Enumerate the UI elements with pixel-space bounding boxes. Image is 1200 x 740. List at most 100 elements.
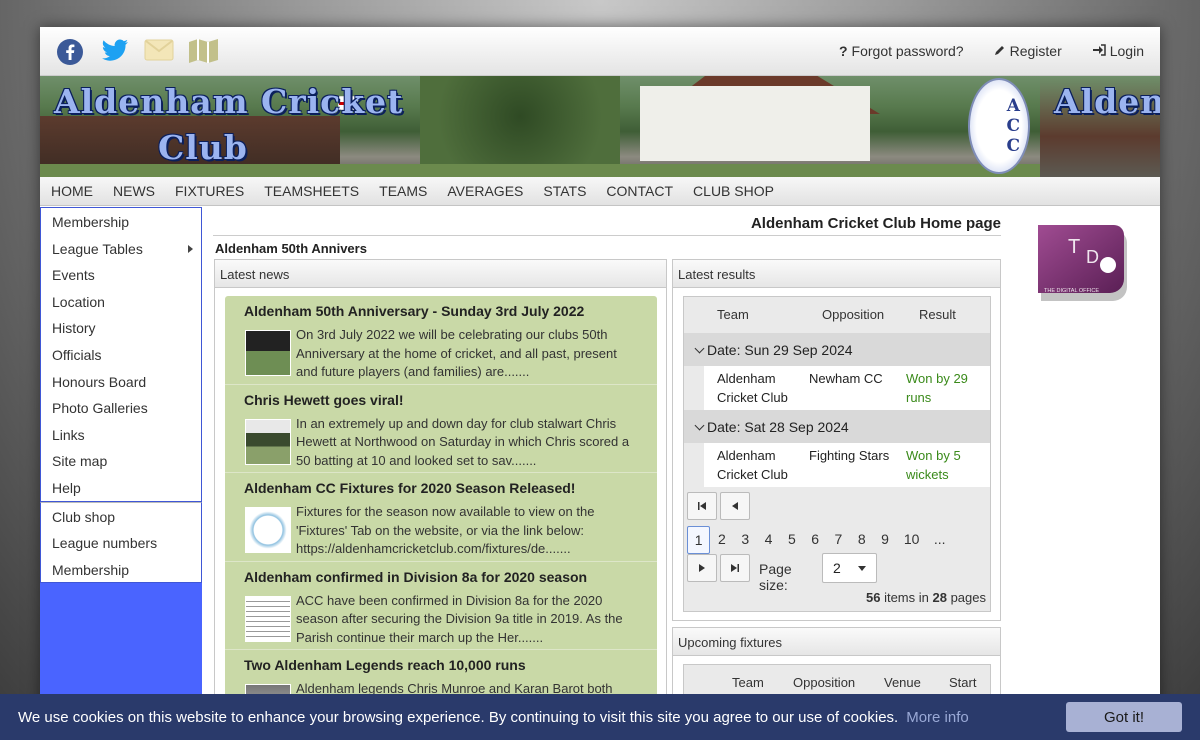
column-header-opposition[interactable]: Opposition <box>793 675 884 690</box>
page-number-current[interactable]: 1 <box>687 526 711 554</box>
table-row[interactable]: Aldenham Cricket Club Newham CC Won by 2… <box>704 366 990 410</box>
news-title[interactable]: Aldenham 50th Anniversary - Sunday 3rd J… <box>244 303 657 319</box>
date-group-header[interactable]: Date: Sat 28 Sep 2024 <box>684 410 990 443</box>
map-icon[interactable] <box>188 38 218 66</box>
banner-trees <box>420 76 620 177</box>
page-number[interactable]: 2 <box>710 526 733 554</box>
dropdown-arrow-icon <box>858 566 866 571</box>
column-header-team[interactable]: Team <box>684 307 822 333</box>
nav-stats[interactable]: STATS <box>533 177 596 205</box>
email-icon[interactable] <box>144 38 174 66</box>
nav-fixtures[interactable]: FIXTURES <box>165 177 254 205</box>
column-header-opposition[interactable]: Opposition <box>822 307 919 333</box>
page-number[interactable]: 8 <box>850 526 873 554</box>
cell-team: Aldenham Cricket Club <box>717 371 788 405</box>
page-number[interactable]: 4 <box>757 526 780 554</box>
news-title[interactable]: Two Aldenham Legends reach 10,000 runs <box>244 657 657 673</box>
nav-teams[interactable]: TEAMS <box>369 177 437 205</box>
cell-team: Aldenham Cricket Club <box>717 448 788 482</box>
column-header-venue[interactable]: Venue <box>884 675 949 690</box>
pages-count: 28 <box>932 590 947 605</box>
last-page-button[interactable] <box>720 554 750 582</box>
register-link[interactable]: Register <box>994 43 1062 59</box>
page-number[interactable]: 3 <box>734 526 757 554</box>
page-number[interactable]: 6 <box>803 526 826 554</box>
nav-teamsheets[interactable]: TEAMSHEETS <box>254 177 369 205</box>
sidebar-item-honours-board[interactable]: Honours Board <box>41 368 201 395</box>
news-item[interactable]: Aldenham CC Fixtures for 2020 Season Rel… <box>225 473 657 562</box>
cell-opposition: Fighting Stars <box>809 448 890 463</box>
digital-office-logo[interactable]: T D THE DIGITAL OFFICE <box>1036 223 1128 307</box>
chevron-down-icon[interactable] <box>694 343 705 354</box>
accept-cookies-button[interactable]: Got it! <box>1066 702 1182 732</box>
sidebar-item-club-shop[interactable]: Club shop <box>41 503 201 530</box>
sidebar-item-membership[interactable]: Membership <box>41 208 201 235</box>
news-item[interactable]: Aldenham 50th Anniversary - Sunday 3rd J… <box>225 296 657 385</box>
sidebar-item-site-map[interactable]: Site map <box>41 447 201 474</box>
results-grid: Team Opposition Result Date: Sun 29 Sep … <box>683 296 991 612</box>
news-title[interactable]: Aldenham CC Fixtures for 2020 Season Rel… <box>244 480 657 496</box>
sidebar-item-photo-galleries[interactable]: Photo Galleries <box>41 394 201 421</box>
next-page-button[interactable] <box>687 554 717 582</box>
site-title-line1: Aldenham Cricket <box>54 82 404 121</box>
column-header-team[interactable]: Team <box>684 675 793 690</box>
sidebar-item-membership-2[interactable]: Membership <box>41 556 201 583</box>
nav-averages[interactable]: AVERAGES <box>437 177 533 205</box>
sidebar-item-help[interactable]: Help <box>41 474 201 501</box>
news-excerpt: In an extremely up and down day for club… <box>296 415 630 468</box>
page-number[interactable]: 5 <box>780 526 803 554</box>
site-banner: Aldenham Cricket Club A C C Aldenh <box>40 76 1160 177</box>
date-group-header[interactable]: Date: Sun 29 Sep 2024 <box>684 333 990 366</box>
news-thumbnail[interactable] <box>245 595 291 642</box>
sidebar-item-links[interactable]: Links <box>41 421 201 448</box>
news-item[interactable]: Chris Hewett goes viral! In an extremely… <box>225 385 657 473</box>
news-title[interactable]: Aldenham confirmed in Division 8a for 20… <box>244 569 657 585</box>
sidebar-item-location[interactable]: Location <box>41 288 201 315</box>
top-bar: ? Forgot password? Register Login <box>40 27 1160 76</box>
twitter-icon[interactable] <box>100 38 130 66</box>
sidebar-item-history[interactable]: History <box>41 314 201 341</box>
nav-home[interactable]: HOME <box>41 177 103 205</box>
login-link[interactable]: Login <box>1092 43 1144 59</box>
page-number[interactable]: 9 <box>873 526 896 554</box>
nav-contact[interactable]: CONTACT <box>596 177 683 205</box>
news-thumbnail[interactable] <box>245 507 291 553</box>
nav-news[interactable]: NEWS <box>103 177 165 205</box>
social-links <box>56 38 218 66</box>
news-thumbnail[interactable] <box>245 418 291 465</box>
news-thumbnail[interactable] <box>245 330 291 376</box>
page-ellipsis[interactable]: ... <box>927 526 953 554</box>
page-numbers: 1 2 3 4 5 6 7 8 9 10 ... <box>687 526 953 554</box>
page-number[interactable]: 10 <box>897 526 927 554</box>
news-item[interactable]: Aldenham confirmed in Division 8a for 20… <box>225 562 657 650</box>
sidebar-item-league-numbers[interactable]: League numbers <box>41 529 201 556</box>
nav-club-shop[interactable]: CLUB SHOP <box>683 177 784 205</box>
page-number[interactable]: 7 <box>827 526 850 554</box>
forgot-password-link[interactable]: ? Forgot password? <box>839 43 964 59</box>
prev-page-button[interactable] <box>720 492 750 520</box>
news-title[interactable]: Chris Hewett goes viral! <box>244 392 657 408</box>
crest-letter: C <box>1006 136 1020 156</box>
pages-text: pages <box>950 590 986 605</box>
news-excerpt: On 3rd July 2022 we will be celebrating … <box>296 327 617 379</box>
first-page-button[interactable] <box>687 492 717 520</box>
banner-house <box>640 86 870 161</box>
column-header-start[interactable]: Start <box>949 675 976 690</box>
sidebar-item-events[interactable]: Events <box>41 261 201 288</box>
prev-page-icon <box>732 502 738 510</box>
news-excerpt: Fixtures for the season now available to… <box>296 504 595 556</box>
sidebar-item-officials[interactable]: Officials <box>41 341 201 368</box>
page-size-select[interactable]: 2 <box>822 553 877 583</box>
chevron-down-icon[interactable] <box>694 420 705 431</box>
next-page-icon <box>699 564 705 572</box>
sidebar-menu-secondary: Club shop League numbers Membership <box>40 501 202 584</box>
facebook-icon[interactable] <box>56 38 86 66</box>
latest-results-panel: Latest results Team Opposition Result Da… <box>672 259 1001 621</box>
pencil-icon <box>994 43 1006 59</box>
site-title-repeat: Aldenh <box>1054 82 1160 121</box>
table-row[interactable]: Aldenham Cricket Club Fighting Stars Won… <box>704 443 990 487</box>
more-info-link[interactable]: More info <box>906 709 969 726</box>
latest-news-panel: Latest news Aldenham 50th Anniversary - … <box>214 259 667 736</box>
column-header-result[interactable]: Result <box>919 307 989 333</box>
sidebar-item-league-tables[interactable]: League Tables <box>41 235 201 262</box>
